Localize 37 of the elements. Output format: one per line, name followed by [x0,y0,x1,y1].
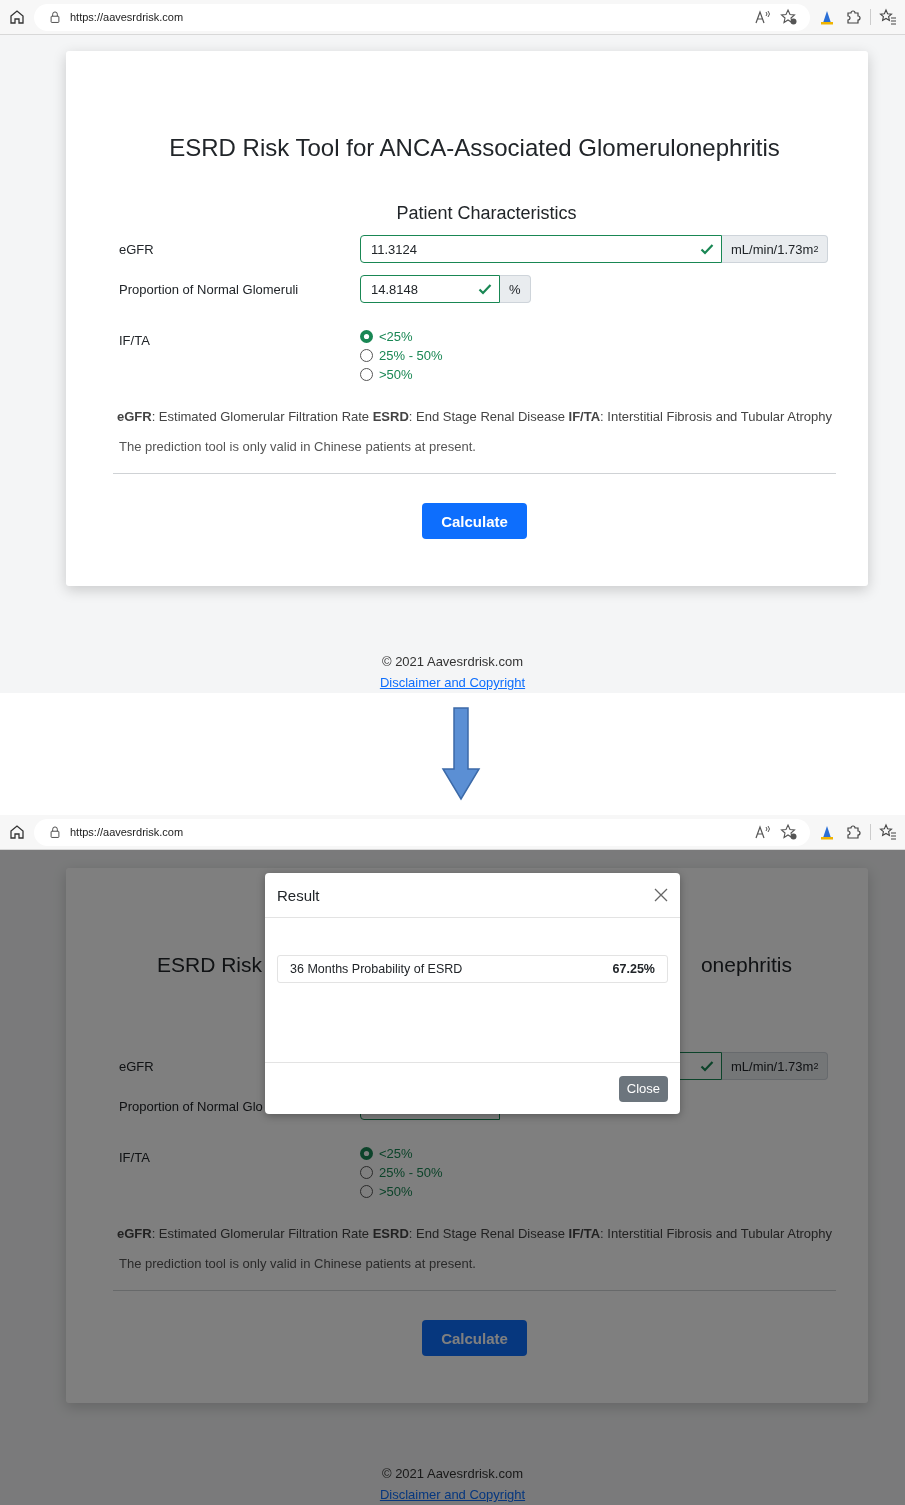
result-label: 36 Months Probability of ESRD [290,962,463,976]
option-label: 25% - 50% [379,348,443,363]
page-title: ESRD Risk Tool for ANCA-Associated Glomerulonephritis [168,133,781,163]
address-bar[interactable]: https://aavesrdrisk.com [34,3,810,31]
abbreviations-text: eGFR: Estimated Glomerular Filtration Rate ESRD: End Stage Renal Disease IF/TA: Interstitial Fibrosis and Tubular Atrophy [115,1225,834,1243]
unit-label: % [500,275,531,303]
option-label: <25% [379,329,413,344]
unit-label: mL/min/1.73m$^{2}$ [722,1052,829,1080]
abbreviations-text: eGFR: Estimated Glomerular Filtration Rate ESRD: End Stage Renal Disease IF/TA: Interstitial Fibrosis and Tubular Atrophy [115,408,834,426]
section-title: Patient Characteristics [395,202,578,225]
option-label: >50% [379,367,413,382]
calculate-button[interactable]: Calculate [422,1320,527,1356]
note-text: The prediction tool is only valid in Chinese patients at present. [118,1255,477,1273]
unit-label: mL/min/1.73m$^{2}$ [722,235,829,263]
close-button[interactable]: Close [618,1075,668,1102]
copyright-text: © 2021 Aavesrdrisk.com [381,1465,524,1483]
copyright-text: © 2021 Aavesrdrisk.com [381,653,524,671]
result-value: 67.25% [612,962,655,976]
disclaimer-link[interactable]: Disclaimer and Copyright [379,1484,526,1505]
calculate-button[interactable]: Calculate [422,503,527,539]
field-label: Proportion of Normal Glomeruli [118,281,300,297]
address-bar[interactable]: https://aavesrdrisk.com [34,818,810,846]
input-field[interactable]: 11.3124 [360,235,722,263]
note-text: The prediction tool is only valid in Chinese patients at present. [118,438,477,456]
dialog-title: Result [277,886,320,904]
input-field[interactable]: 14.8148 [360,275,500,303]
field-label: IF/TA [118,1149,151,1167]
field-label: Proportion of Normal Glo [118,1098,264,1114]
page-title: ESRD Risk [157,952,262,978]
field-label: eGFR [118,1058,155,1074]
field-label: IF/TA [118,332,151,350]
option-label: <25% [379,1146,413,1161]
option-label: >50% [379,1184,413,1199]
option-label: 25% - 50% [379,1165,443,1180]
page-title: onephritis [700,952,792,978]
disclaimer-link[interactable]: Disclaimer and Copyright [379,672,526,693]
field-label: eGFR [118,241,155,257]
